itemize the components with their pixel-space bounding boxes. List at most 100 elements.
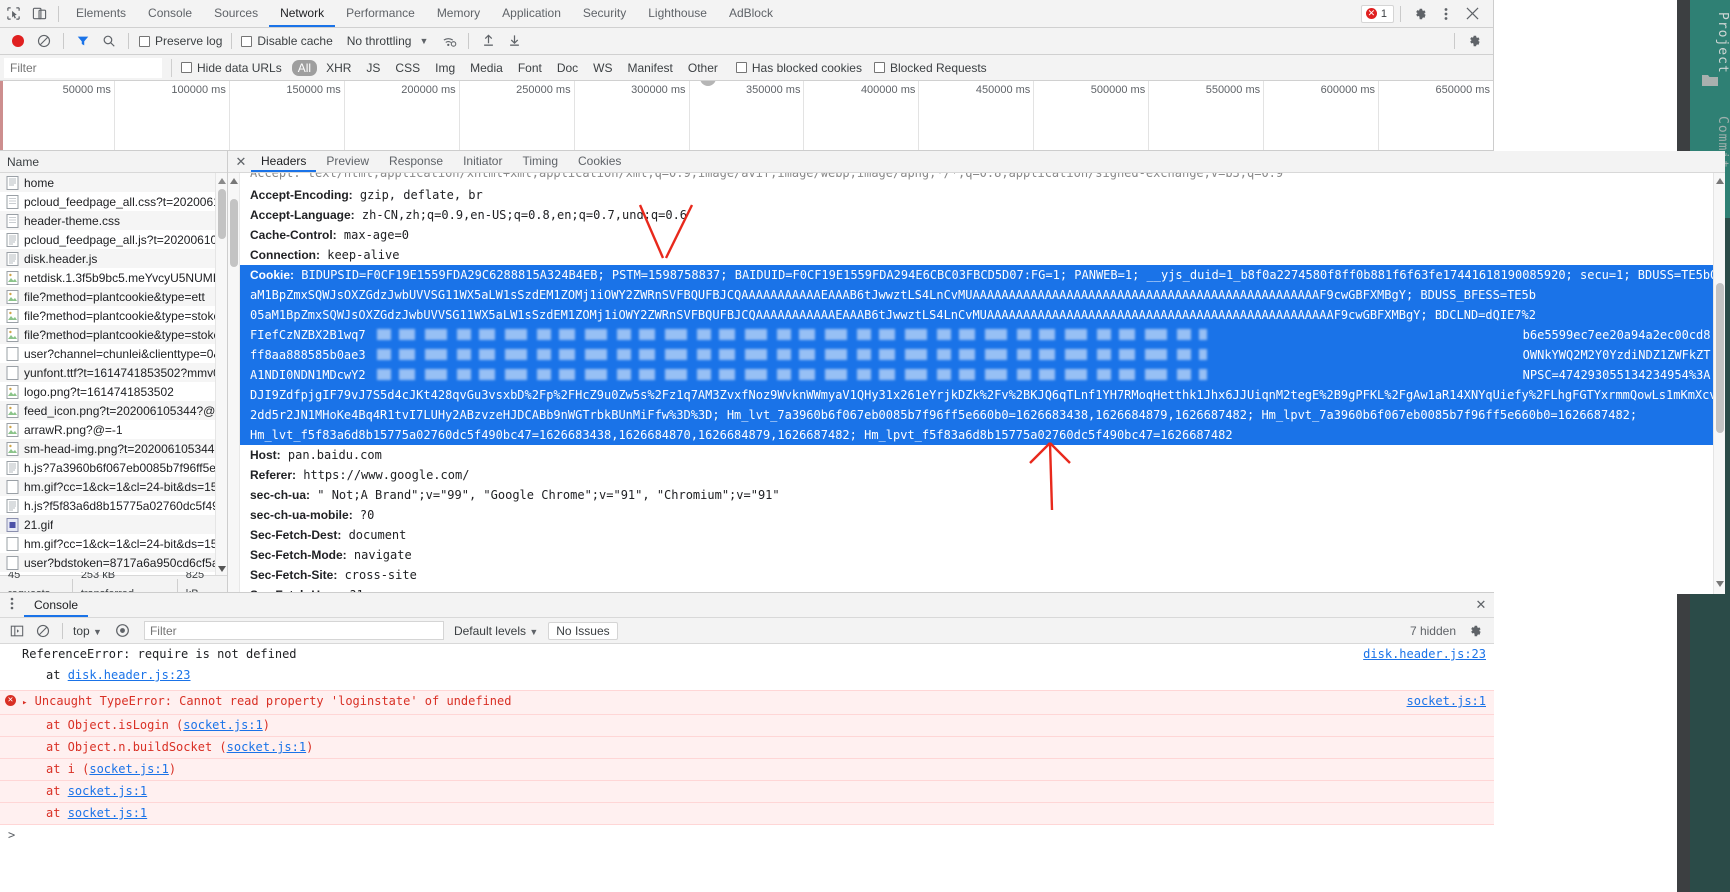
checkbox-box[interactable] <box>181 62 192 73</box>
detail-tab-preview[interactable]: Preview <box>316 151 379 172</box>
network-overview-timeline[interactable]: 50000 ms 100000 ms 150000 ms 200000 ms 25000… <box>0 81 1493 151</box>
console-stack-link[interactable]: socket.js:1 <box>183 718 262 732</box>
scroll-down-arrow[interactable] <box>1715 578 1725 592</box>
tab-console[interactable]: Console <box>137 0 203 27</box>
clear-console-icon[interactable] <box>30 618 56 644</box>
tab-performance[interactable]: Performance <box>335 0 426 27</box>
filter-type-ws[interactable]: WS <box>587 60 618 76</box>
request-list-item[interactable]: arrawR.png?@=-1 <box>0 420 227 439</box>
import-har-icon[interactable] <box>475 28 501 54</box>
tab-elements[interactable]: Elements <box>65 0 137 27</box>
throttling-select[interactable]: No throttling <box>343 34 412 48</box>
filter-type-other[interactable]: Other <box>682 60 724 76</box>
request-list-item[interactable]: logo.png?t=1614741853502 <box>0 382 227 401</box>
close-icon[interactable]: ✕ <box>1468 597 1494 613</box>
filter-type-manifest[interactable]: Manifest <box>622 60 679 76</box>
checkbox-box[interactable] <box>241 35 253 47</box>
error-count-badge[interactable]: ✕ 1 <box>1360 4 1394 23</box>
request-list-item[interactable]: file?method=plantcookie&type=stoke <box>0 325 227 344</box>
kebab-menu-icon[interactable] <box>0 597 24 613</box>
blocked-requests-checkbox[interactable]: Blocked Requests <box>873 61 987 75</box>
detail-tab-initiator[interactable]: Initiator <box>453 151 512 172</box>
request-list-item[interactable]: hm.gif?cc=1&ck=1&cl=24-bit&ds=15. <box>0 477 227 496</box>
tab-security[interactable]: Security <box>572 0 637 27</box>
request-list-item[interactable]: file?method=plantcookie&type=stoke <box>0 306 227 325</box>
gear-icon[interactable] <box>1407 1 1433 27</box>
kebab-menu-icon[interactable] <box>1433 1 1459 27</box>
console-message-source[interactable]: disk.header.js:23 <box>1363 646 1486 663</box>
detail-tab-response[interactable]: Response <box>379 151 453 172</box>
filter-icon[interactable] <box>70 28 96 54</box>
network-conditions-icon[interactable] <box>436 28 462 54</box>
close-icon[interactable] <box>1459 1 1485 27</box>
request-list-item[interactable]: home <box>0 173 227 192</box>
request-list-item[interactable]: user?channel=chunlei&clienttype=0&w <box>0 344 227 363</box>
request-list[interactable]: home pcloud_feedpage_all.css?t=202006105 h… <box>0 173 227 575</box>
console-filter-input[interactable] <box>143 621 444 640</box>
disable-cache-checkbox[interactable]: Disable cache <box>241 34 333 48</box>
request-list-header[interactable]: Name <box>0 151 227 173</box>
filter-type-xhr[interactable]: XHR <box>320 60 357 76</box>
request-list-item[interactable]: h.js?7a3960b6f067eb0085b7f96ff5e660 <box>0 458 227 477</box>
filter-type-css[interactable]: CSS <box>389 60 426 76</box>
tab-adblock[interactable]: AdBlock <box>718 0 784 27</box>
scroll-up-arrow[interactable] <box>217 175 227 185</box>
export-har-icon[interactable] <box>501 28 527 54</box>
request-list-item[interactable]: sm-head-img.png?t=202006105344?@ <box>0 439 227 458</box>
scrollbar-thumb[interactable] <box>230 199 238 267</box>
checkbox-box[interactable] <box>873 62 885 73</box>
gear-icon[interactable] <box>1462 618 1488 644</box>
console-context-select[interactable]: top ▼ <box>69 624 106 638</box>
request-list-item[interactable]: hm.gif?cc=1&ck=1&cl=24-bit&ds=15. <box>0 534 227 553</box>
request-list-item[interactable]: header-theme.css <box>0 211 227 230</box>
tab-application[interactable]: Application <box>491 0 572 27</box>
request-list-item[interactable]: 21.gif <box>0 515 227 534</box>
hide-data-urls-checkbox[interactable]: Hide data URLs <box>181 61 282 75</box>
tab-memory[interactable]: Memory <box>426 0 491 27</box>
console-stack-link[interactable]: socket.js:1 <box>89 762 168 776</box>
request-list-item[interactable]: yunfont.ttf?t=1614741853502?mmv0p <box>0 363 227 382</box>
inspect-element-icon[interactable] <box>0 1 26 27</box>
filter-type-js[interactable]: JS <box>360 60 386 76</box>
console-prompt[interactable]: > <box>0 825 1494 842</box>
request-headers-list[interactable]: Accept: text/html,application/xhtml+xml,… <box>228 173 1725 594</box>
console-stack-link[interactable]: socket.js:1 <box>227 740 306 754</box>
console-sidebar-icon[interactable] <box>4 618 30 644</box>
request-list-item[interactable]: user?bdstoken=8717a6a950cd6cf5a10 <box>0 553 227 572</box>
console-levels-select[interactable]: Default levels ▼ <box>454 624 538 638</box>
checkbox-box[interactable] <box>139 35 150 47</box>
request-list-scrollbar[interactable] <box>215 173 227 575</box>
preserve-log-checkbox[interactable]: Preserve log <box>139 34 222 48</box>
filter-type-media[interactable]: Media <box>464 60 509 76</box>
scrollbar-thumb[interactable] <box>1715 283 1724 433</box>
scroll-up-arrow[interactable] <box>1715 175 1725 189</box>
detail-tab-cookies[interactable]: Cookies <box>568 151 631 172</box>
request-list-item[interactable]: disk.header.js <box>0 249 227 268</box>
device-toolbar-icon[interactable] <box>26 1 52 27</box>
request-list-item[interactable]: netdisk.1.3f5b9bc5.meYvcyU5NUMISRY <box>0 268 227 287</box>
search-icon[interactable] <box>96 28 122 54</box>
request-list-item[interactable]: pcloud_feedpage_all.css?t=202006105 <box>0 192 227 211</box>
detail-tab-headers[interactable]: Headers <box>251 151 316 172</box>
record-button[interactable] <box>5 28 31 54</box>
console-stack-link[interactable]: socket.js:1 <box>68 806 147 820</box>
detail-tab-timing[interactable]: Timing <box>512 151 568 172</box>
clear-button[interactable] <box>31 28 57 54</box>
scrollbar-thumb[interactable] <box>218 189 226 239</box>
console-stack-link[interactable]: socket.js:1 <box>68 784 147 798</box>
live-expression-icon[interactable] <box>110 618 136 644</box>
ide-tab-project[interactable]: Project <box>1690 6 1730 74</box>
filter-input[interactable] <box>4 57 162 78</box>
filter-type-all[interactable]: All <box>291 59 318 76</box>
console-output[interactable]: ReferenceError: require is not defined d… <box>0 644 1494 892</box>
console-stack-link[interactable]: disk.header.js:23 <box>68 668 191 682</box>
filter-type-font[interactable]: Font <box>512 60 548 76</box>
tab-lighthouse[interactable]: Lighthouse <box>637 0 718 27</box>
cookie-header-selected[interactable]: Cookie: BIDUPSID=F0CF19E1559FDA29C628881… <box>228 265 1725 445</box>
request-list-item[interactable]: file?method=plantcookie&type=ett <box>0 287 227 306</box>
filter-type-doc[interactable]: Doc <box>551 60 584 76</box>
chevron-down-icon[interactable]: ▼ <box>411 36 436 46</box>
request-list-item[interactable]: feed_icon.png?t=202006105344?@=-1 <box>0 401 227 420</box>
has-blocked-cookies-checkbox[interactable]: Has blocked cookies <box>735 61 862 75</box>
console-issues-button[interactable]: No Issues <box>548 621 618 640</box>
